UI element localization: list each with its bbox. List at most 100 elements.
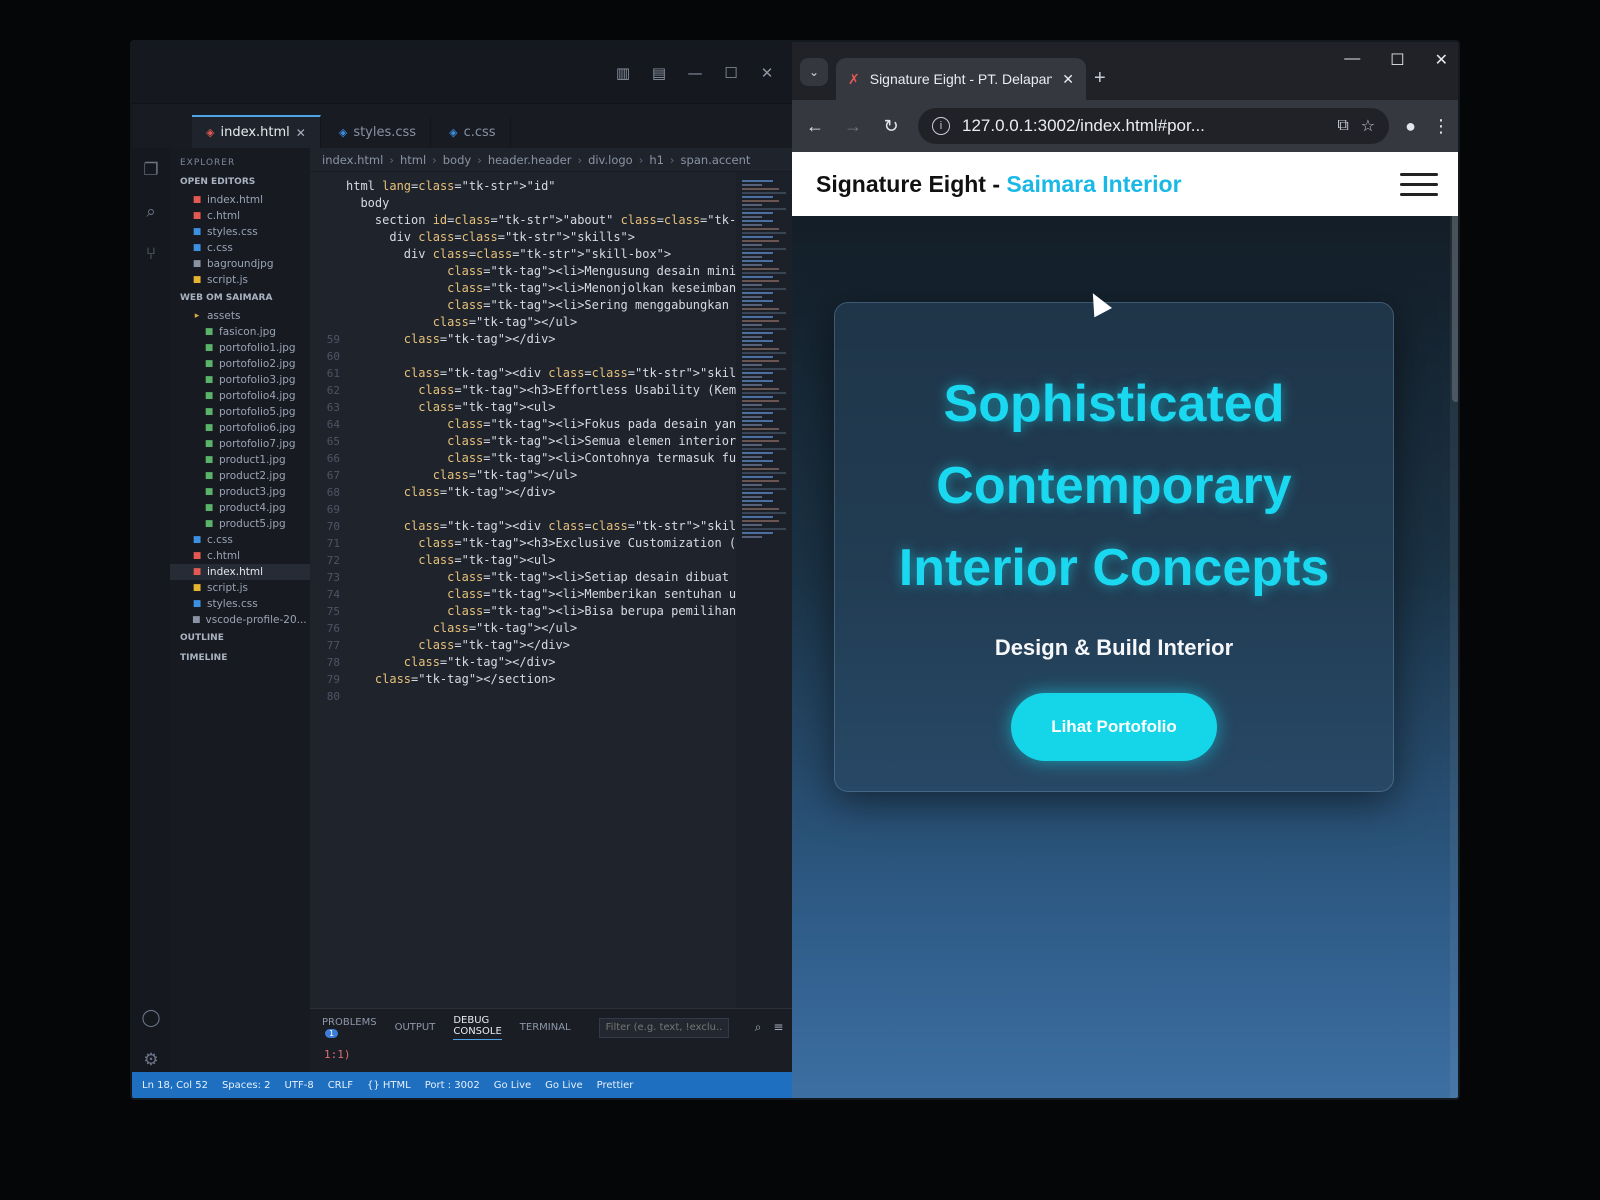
code-line[interactable]: div class=class="tk-str">"skills">: [346, 229, 736, 246]
layout-sidebar-icon[interactable]: ▥: [612, 62, 634, 84]
code-line[interactable]: class="tk-tag"></ul>: [346, 467, 736, 484]
back-arrow-icon[interactable]: ←: [804, 116, 826, 137]
close-icon[interactable]: ✕: [1435, 50, 1448, 70]
tab-c-css[interactable]: ◈ c.css: [435, 117, 511, 148]
status-item[interactable]: CRLF: [328, 1080, 353, 1091]
reload-icon[interactable]: ↻: [880, 116, 902, 137]
code-line[interactable]: div class=class="tk-str">"skill-box">: [346, 246, 736, 263]
file-item[interactable]: ■ index.html: [170, 192, 310, 208]
close-icon[interactable]: ✕: [296, 126, 306, 140]
file-item[interactable]: ■ product5.jpg: [170, 516, 310, 532]
code-line[interactable]: class="tk-tag"><div class=class="tk-str"…: [346, 518, 736, 535]
url-text[interactable]: 127.0.0.1:3002/index.html#por...: [962, 116, 1325, 136]
breadcrumb-item[interactable]: body: [443, 153, 471, 167]
file-item[interactable]: ■ styles.css: [170, 596, 310, 612]
code-line[interactable]: class="tk-tag"></div>: [346, 331, 736, 348]
code-line[interactable]: class="tk-tag"><li>Semua elemen interior…: [346, 433, 736, 450]
debug-filter-input[interactable]: [598, 1017, 729, 1038]
files-icon[interactable]: ❐: [140, 160, 162, 182]
file-item[interactable]: ■ bagroundjpg: [170, 256, 310, 272]
code-text[interactable]: html lang=class="tk-str">"id" body secti…: [346, 172, 736, 1008]
browser-tab-active[interactable]: ✗ Signature Eight - PT. Delapan I ✕: [836, 58, 1086, 100]
view-portfolio-button[interactable]: Lihat Portofolio: [1011, 693, 1217, 761]
list-icon[interactable]: ≡: [773, 1020, 783, 1035]
search-icon[interactable]: ⌕: [755, 1020, 762, 1035]
code-line[interactable]: class="tk-tag"><li>Menonjolkan keseimban…: [346, 280, 736, 297]
code-line[interactable]: class="tk-tag"><ul>: [346, 399, 736, 416]
tab-index-html[interactable]: ◈ index.html ✕: [192, 115, 321, 148]
file-item[interactable]: ■ portofolio5.jpg: [170, 404, 310, 420]
file-item[interactable]: ■ script.js: [170, 272, 310, 288]
code-line[interactable]: class="tk-tag"><li>Contohnya termasuk fu…: [346, 450, 736, 467]
folder-assets[interactable]: ▸ assets: [170, 308, 310, 324]
code-line[interactable]: class="tk-tag"></ul>: [346, 314, 736, 331]
close-icon[interactable]: ✕: [1062, 71, 1074, 88]
code-line[interactable]: class="tk-tag"></div>: [346, 484, 736, 501]
scrollbar[interactable]: [1450, 152, 1458, 1098]
breadcrumb-item[interactable]: header.header: [488, 153, 572, 167]
new-tab-plus-icon[interactable]: +: [1094, 67, 1106, 90]
kebab-menu-icon[interactable]: ⋮: [1432, 116, 1450, 137]
account-icon[interactable]: ◯: [140, 1008, 162, 1030]
status-item[interactable]: Port : 3002: [425, 1080, 480, 1091]
file-item[interactable]: ■ portofolio6.jpg: [170, 420, 310, 436]
file-item[interactable]: ■ script.js: [170, 580, 310, 596]
open-editors-section[interactable]: OPEN EDITORS: [170, 172, 310, 192]
maximize-icon[interactable]: ☐: [720, 62, 742, 84]
tab-search-chevron-icon[interactable]: ⌄: [800, 58, 828, 86]
site-logo[interactable]: Signature Eight - Saimara Interior: [816, 171, 1182, 198]
file-item[interactable]: ■ c.css: [170, 532, 310, 548]
status-item[interactable]: Go Live: [545, 1080, 582, 1091]
code-line[interactable]: class="tk-tag"></section>: [346, 671, 736, 688]
code-line[interactable]: html lang=class="tk-str">"id": [346, 178, 736, 195]
address-bar[interactable]: i 127.0.0.1:3002/index.html#por... ⧉ ☆: [918, 108, 1390, 144]
file-item[interactable]: ■ product2.jpg: [170, 468, 310, 484]
site-info-icon[interactable]: i: [932, 117, 950, 135]
tab-terminal[interactable]: TERMINAL: [520, 1022, 571, 1033]
status-item[interactable]: UTF-8: [285, 1080, 314, 1091]
file-item[interactable]: ■ product4.jpg: [170, 500, 310, 516]
code-line[interactable]: class="tk-tag"></div>: [346, 654, 736, 671]
status-item[interactable]: Go Live: [494, 1080, 531, 1091]
file-item[interactable]: ■ portofolio2.jpg: [170, 356, 310, 372]
code-line[interactable]: class="tk-tag"></ul>: [346, 620, 736, 637]
star-bookmark-icon[interactable]: ☆: [1361, 116, 1375, 136]
breadcrumb-item[interactable]: html: [400, 153, 426, 167]
code-line[interactable]: class="tk-tag"><li>Sering menggabungkan …: [346, 297, 736, 314]
file-item[interactable]: ■ vscode-profile-20...: [170, 612, 310, 628]
file-item[interactable]: ■ index.html: [170, 564, 310, 580]
code-line[interactable]: class="tk-tag"><li>Setiap desain dibuat …: [346, 569, 736, 586]
minimize-icon[interactable]: —: [1344, 50, 1360, 70]
breadcrumb-item[interactable]: span.accent: [681, 153, 751, 167]
code-line[interactable]: class="tk-tag"><li>Fokus pada desain yan…: [346, 416, 736, 433]
gear-icon[interactable]: ⚙: [140, 1050, 162, 1072]
code-line[interactable]: [346, 501, 736, 518]
tab-output[interactable]: OUTPUT: [395, 1022, 436, 1033]
breadcrumb-item[interactable]: h1: [649, 153, 664, 167]
code-line[interactable]: class="tk-tag"><li>Memberikan sentuhan u…: [346, 586, 736, 603]
file-item[interactable]: ■ styles.css: [170, 224, 310, 240]
code-line[interactable]: class="tk-tag"><div class=class="tk-str"…: [346, 365, 736, 382]
code-line[interactable]: class="tk-tag"><ul>: [346, 552, 736, 569]
translate-icon[interactable]: ⧉: [1337, 117, 1348, 135]
maximize-icon[interactable]: ☐: [1390, 50, 1404, 70]
tab-debug-console[interactable]: DEBUG CONSOLE: [453, 1015, 502, 1040]
status-item[interactable]: Prettier: [597, 1080, 634, 1091]
profile-icon[interactable]: ●: [1405, 116, 1416, 137]
minimize-icon[interactable]: —: [684, 62, 706, 84]
status-item[interactable]: Spaces: 2: [222, 1080, 271, 1091]
file-item[interactable]: ■ c.html: [170, 208, 310, 224]
file-item[interactable]: ■ portofolio3.jpg: [170, 372, 310, 388]
file-item[interactable]: ■ portofolio1.jpg: [170, 340, 310, 356]
source-control-icon[interactable]: ⑂: [140, 244, 162, 266]
code-line[interactable]: class="tk-tag"><li>Bisa berupa pemilihan…: [346, 603, 736, 620]
breadcrumb-item[interactable]: div.logo: [588, 153, 633, 167]
project-section[interactable]: WEB OM SAIMARA: [170, 288, 310, 308]
file-item[interactable]: ■ product1.jpg: [170, 452, 310, 468]
status-item[interactable]: {} HTML: [367, 1080, 411, 1091]
hamburger-menu-icon[interactable]: [1400, 172, 1438, 196]
tab-styles-css[interactable]: ◈ styles.css: [325, 117, 432, 148]
timeline-section[interactable]: TIMELINE: [170, 648, 310, 668]
search-icon[interactable]: ⌕: [140, 202, 162, 224]
close-icon[interactable]: ✕: [756, 62, 778, 84]
